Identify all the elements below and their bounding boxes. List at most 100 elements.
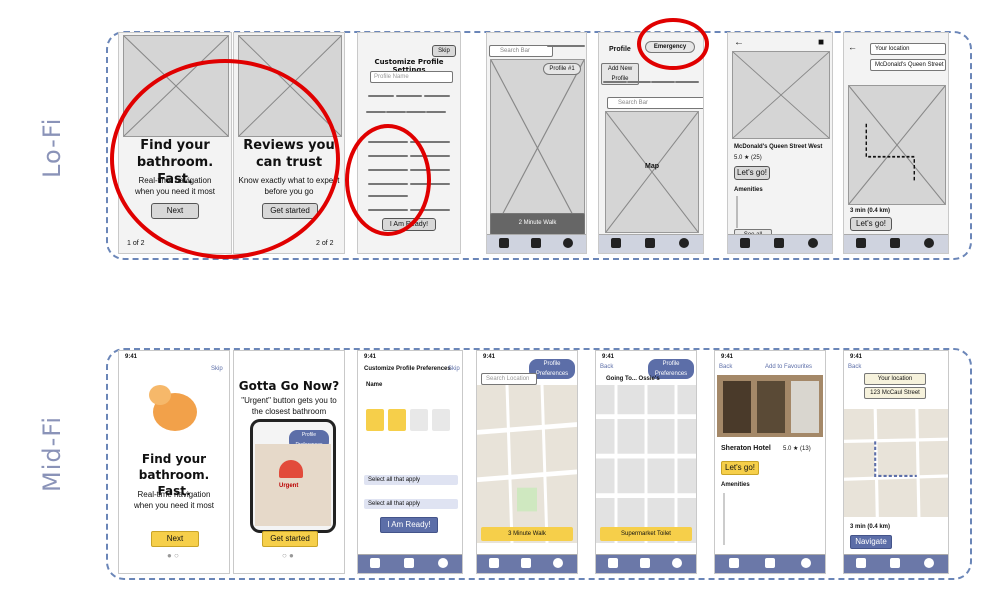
home-icon[interactable] <box>740 238 750 248</box>
preferences-title: Customize Profile Preferences <box>364 366 451 372</box>
eta-text: 3 min (0.4 km) <box>850 208 891 214</box>
page-dots: ○ ● <box>282 551 294 560</box>
search-bar[interactable]: Search Bar <box>607 97 703 109</box>
next-button[interactable]: Next <box>151 531 199 547</box>
home-icon[interactable] <box>856 558 866 568</box>
destination-field[interactable]: 123 McCaul Street <box>864 387 926 399</box>
select-dropdown[interactable]: Select all that apply <box>364 499 458 509</box>
map-label: Map <box>645 163 659 170</box>
option-chip[interactable] <box>426 111 446 113</box>
home-icon[interactable] <box>729 558 739 568</box>
settings-icon[interactable] <box>924 238 934 248</box>
back-link[interactable]: Back <box>719 363 732 371</box>
annotation-circle <box>637 18 709 70</box>
siren-icon <box>279 460 303 478</box>
origin-field[interactable]: Your location <box>864 373 926 385</box>
avatar-card[interactable] <box>388 409 406 431</box>
home-icon[interactable] <box>370 558 380 568</box>
add-icon[interactable] <box>531 238 541 248</box>
navigate-button[interactable]: Navigate <box>850 535 892 549</box>
add-favourites-link[interactable]: Add to Favourites <box>765 363 812 371</box>
filter-button[interactable] <box>547 45 585 47</box>
bathroom-photo <box>717 375 823 437</box>
search-bar[interactable]: Search Bar <box>489 45 553 57</box>
add-icon[interactable] <box>890 558 900 568</box>
filter-chip[interactable] <box>627 81 651 83</box>
skip-link[interactable]: Skip <box>211 365 223 373</box>
walk-card[interactable]: 2 Minute Walk <box>490 213 585 235</box>
option-chip[interactable] <box>424 95 450 97</box>
bookmark-icon[interactable]: ■ <box>818 38 824 48</box>
option-chip[interactable] <box>368 95 394 97</box>
filter-chip[interactable] <box>603 81 627 83</box>
home-icon[interactable] <box>856 238 866 248</box>
midfi-map-screen: 9:41 Profile Preferences Search Location… <box>476 350 578 574</box>
map-view <box>477 385 577 543</box>
skip-button[interactable]: Skip <box>432 45 456 57</box>
get-started-button[interactable]: Get started <box>262 531 318 547</box>
avatar-card[interactable] <box>410 409 428 431</box>
avatar-card[interactable] <box>432 409 450 431</box>
amenities-heading: Amenities <box>721 482 750 488</box>
skip-link[interactable]: Skip <box>448 365 460 373</box>
tab-bar <box>596 554 696 573</box>
settings-icon[interactable] <box>924 558 934 568</box>
back-arrow-icon[interactable]: ← <box>734 38 744 48</box>
toilet-card[interactable]: Supermarket Toilet <box>600 527 692 541</box>
settings-icon[interactable] <box>438 558 448 568</box>
status-time: 9:41 <box>125 354 138 360</box>
tab-bar <box>477 554 577 573</box>
settings-icon[interactable] <box>679 238 689 248</box>
option-chip[interactable] <box>386 111 406 113</box>
settings-icon[interactable] <box>553 558 563 568</box>
back-arrow-icon[interactable]: ← <box>848 43 857 52</box>
home-icon[interactable] <box>499 238 509 248</box>
back-link[interactable]: Back <box>848 363 861 371</box>
origin-field[interactable]: Your location <box>870 43 946 55</box>
home-icon[interactable] <box>608 558 618 568</box>
filter-chip[interactable] <box>675 81 699 83</box>
place-name: McDonald's Queen Street West <box>734 144 823 150</box>
profile-name-field[interactable]: Profile Name <box>370 71 453 83</box>
status-time: 9:41 <box>721 354 734 360</box>
lets-go-button[interactable]: Let's go! <box>721 461 759 475</box>
image-placeholder <box>732 51 830 139</box>
add-icon[interactable] <box>640 558 650 568</box>
lets-go-button[interactable]: Let's go! <box>850 217 892 231</box>
select-dropdown[interactable]: Select all that apply <box>364 475 458 485</box>
urgent-label: Urgent <box>279 483 299 489</box>
add-icon[interactable] <box>645 238 655 248</box>
back-link[interactable]: Back <box>600 363 613 371</box>
home-icon[interactable] <box>611 238 621 248</box>
rating: 5.0 ★ (25) <box>734 155 762 161</box>
lets-go-button[interactable]: Let's go! <box>734 166 770 180</box>
home-icon[interactable] <box>489 558 499 568</box>
add-icon[interactable] <box>890 238 900 248</box>
destination-field[interactable]: McDonald's Queen Street <box>870 59 946 71</box>
add-icon[interactable] <box>765 558 775 568</box>
map-placeholder <box>605 111 699 233</box>
settings-icon[interactable] <box>801 558 811 568</box>
add-icon[interactable] <box>521 558 531 568</box>
option-chip[interactable] <box>396 95 422 97</box>
option-chip[interactable] <box>406 111 426 113</box>
status-time: 9:41 <box>602 354 615 360</box>
annotation-circle <box>345 124 431 236</box>
status-time: 9:41 <box>364 354 377 360</box>
search-location[interactable]: Search Location <box>481 373 537 385</box>
add-icon[interactable] <box>404 558 414 568</box>
tab-bar <box>715 554 825 573</box>
lofi-navigation: ← Your location McDonald's Queen Street … <box>843 32 949 254</box>
profile-chip[interactable]: Profile #1 <box>543 63 581 75</box>
avatar-card[interactable] <box>366 409 384 431</box>
corgi-face <box>149 385 171 405</box>
filter-chip[interactable] <box>651 81 675 83</box>
settings-icon[interactable] <box>808 238 818 248</box>
settings-icon[interactable] <box>563 238 573 248</box>
profile-heading: Profile <box>609 46 631 53</box>
ready-button[interactable]: I Am Ready! <box>380 517 438 533</box>
walk-card[interactable]: 3 Minute Walk <box>481 527 573 541</box>
option-chip[interactable] <box>366 111 386 113</box>
add-icon[interactable] <box>774 238 784 248</box>
settings-icon[interactable] <box>672 558 682 568</box>
